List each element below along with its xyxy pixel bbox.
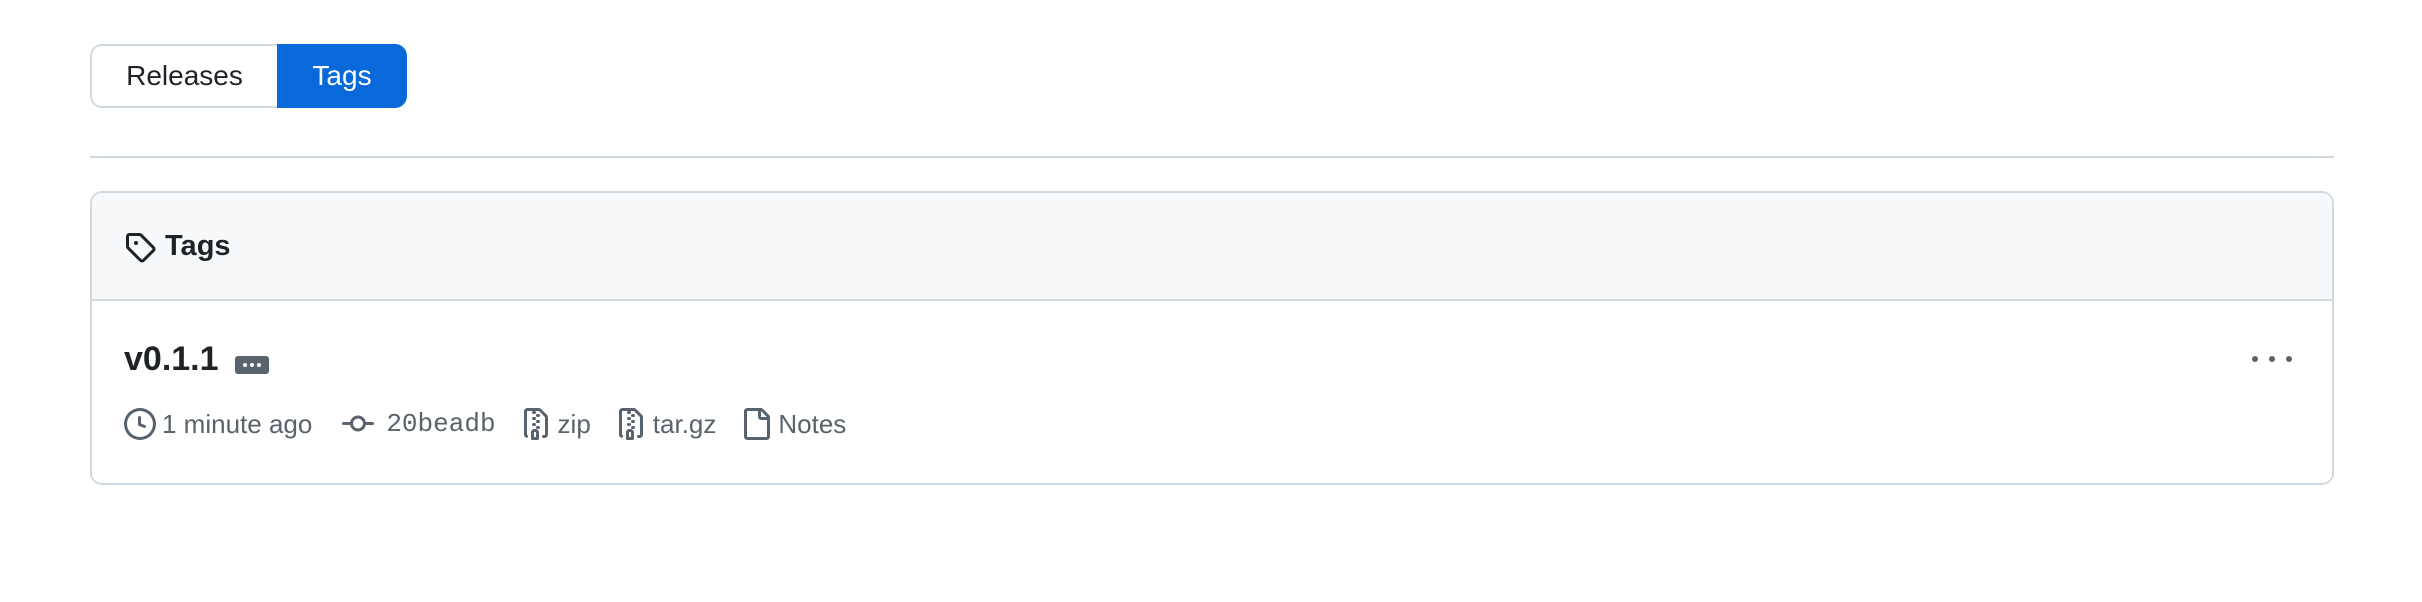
file-zip-icon (523, 408, 548, 440)
releases-tags-switcher: Releases Tags (90, 44, 407, 108)
tags-box: Tags v0.1.1 1 minute ago 20beadb zip tar… (90, 191, 2334, 485)
download-zip-link[interactable]: zip (520, 405, 591, 443)
commit-sha-label: 20beadb (386, 409, 496, 439)
tags-tab-button[interactable]: Tags (277, 44, 407, 108)
tag-name-link[interactable]: v0.1.1 (124, 337, 219, 381)
ellipsis-dot (243, 363, 247, 367)
tag-meta: 1 minute ago 20beadb zip tar.gz Notes (124, 405, 846, 443)
tag-time: 1 minute ago (124, 405, 312, 443)
notes-link[interactable]: Notes (740, 405, 846, 443)
tag-icon (126, 233, 156, 263)
zip-label: zip (557, 408, 591, 439)
commit-message-expander[interactable] (235, 356, 269, 374)
kebab-dot (2252, 356, 2258, 362)
targz-label: tar.gz (652, 408, 717, 439)
notes-label: Notes (778, 408, 847, 439)
download-targz-link[interactable]: tar.gz (615, 405, 717, 443)
kebab-dot (2269, 356, 2275, 362)
tags-box-header: Tags (92, 193, 2332, 301)
tags-box-title: Tags (165, 230, 231, 262)
kebab-dot (2286, 356, 2292, 362)
file-icon (744, 408, 771, 440)
commit-link[interactable]: 20beadb (342, 405, 496, 443)
tag-row: v0.1.1 1 minute ago 20beadb zip tar.gz N… (92, 301, 2332, 483)
tag-time-label: 1 minute ago (162, 408, 313, 439)
ellipsis-dot (257, 363, 261, 367)
releases-tab-button[interactable]: Releases (90, 44, 277, 108)
section-divider (90, 156, 2334, 158)
tag-actions-menu-button[interactable] (2252, 347, 2292, 371)
clock-icon (124, 408, 156, 440)
file-zip-icon (618, 408, 643, 440)
git-commit-icon (342, 415, 375, 432)
ellipsis-dot (250, 363, 254, 367)
